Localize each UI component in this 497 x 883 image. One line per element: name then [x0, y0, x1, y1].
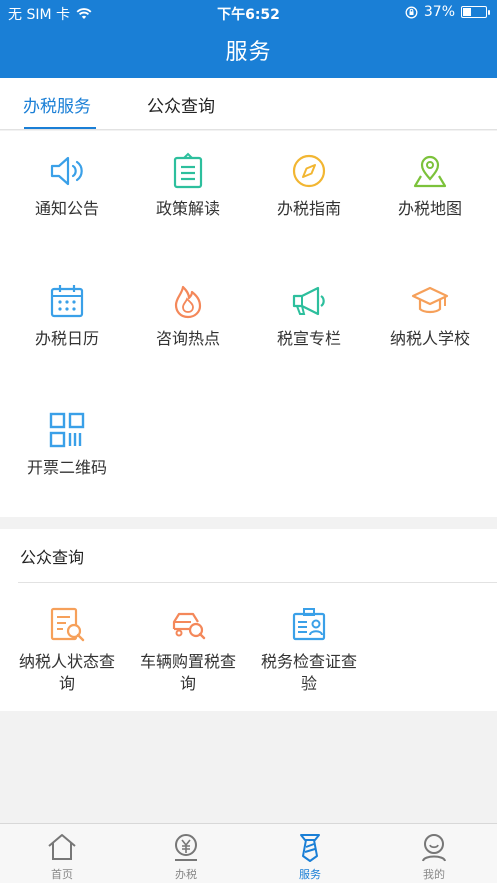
service-label: 开票二维码 [26, 458, 107, 477]
service-school[interactable]: 纳税人学校 [368, 282, 492, 350]
document-icon [173, 152, 203, 189]
graduation-cap-icon [411, 286, 449, 314]
segment-tabs: 办税服务 公众查询 [0, 78, 497, 130]
bottom-tab-bar: 首页 办税 服务 我的 [0, 823, 497, 883]
service-map[interactable]: 办税地图 [368, 152, 492, 220]
service-policy[interactable]: 政策解读 [126, 152, 250, 220]
query-vehicle-tax[interactable]: 车辆购置税查询 [126, 605, 250, 695]
tabbar-label: 办税 [175, 868, 197, 881]
query-label: 车辆购置税查询 [139, 652, 236, 693]
tabbar-tax[interactable]: 办税 [124, 824, 248, 883]
id-card-icon [292, 608, 326, 641]
service-qr-code[interactable]: 开票二维码 [5, 411, 129, 479]
status-right: 37% [405, 4, 490, 20]
yen-coin-icon [175, 834, 197, 861]
document-search-icon [50, 607, 85, 642]
car-search-icon [172, 612, 206, 640]
tabbar-service[interactable]: 服务 [248, 824, 372, 883]
query-label: 税务检查证查验 [260, 652, 357, 693]
compass-icon [292, 154, 326, 188]
battery-percent: 37% [423, 4, 455, 20]
tabbar-home[interactable]: 首页 [0, 824, 124, 883]
tab-tax-service[interactable]: 办税服务 [23, 92, 91, 117]
divider [18, 582, 497, 583]
query-inspection-cert[interactable]: 税务检查证查验 [247, 605, 371, 695]
top-bar: 无 SIM 卡 下午6:52 37% 服务 [0, 0, 497, 78]
home-icon [48, 834, 76, 860]
query-taxpayer-status[interactable]: 纳税人状态查询 [5, 605, 129, 695]
service-tie-icon [300, 834, 320, 862]
tabbar-label: 首页 [51, 868, 73, 881]
service-label: 通知公告 [34, 199, 99, 218]
tabbar-label: 服务 [299, 868, 321, 881]
battery-fill [463, 8, 471, 16]
speaker-icon [50, 156, 83, 186]
status-bar: 无 SIM 卡 下午6:52 37% [0, 0, 497, 26]
service-calendar[interactable]: 办税日历 [5, 282, 129, 350]
orientation-lock-icon [405, 6, 418, 18]
calendar-icon [50, 285, 84, 318]
tabbar-label: 我的 [423, 868, 445, 881]
map-pin-icon [413, 155, 447, 188]
service-label: 办税日历 [34, 329, 99, 348]
service-label: 办税地图 [397, 199, 462, 218]
service-column[interactable]: 税宣专栏 [247, 282, 371, 350]
service-label: 税宣专栏 [276, 329, 341, 348]
tab-indicator [24, 127, 96, 129]
service-guide[interactable]: 办税指南 [247, 152, 371, 220]
user-icon [422, 834, 446, 862]
service-label: 纳税人学校 [389, 329, 470, 348]
qr-code-icon [49, 412, 85, 448]
flame-icon [174, 285, 202, 319]
service-label: 咨询热点 [155, 329, 220, 348]
public-query-section: 公众查询 纳税人状态查询 车辆购置税查询 税务检查证查 验 [0, 529, 497, 711]
service-label: 办税指南 [276, 199, 341, 218]
section-title: 公众查询 [20, 548, 85, 567]
service-notice[interactable]: 通知公告 [5, 152, 129, 220]
tabbar-mine[interactable]: 我的 [372, 824, 496, 883]
service-grid: 通知公告 政策解读 办税指南 办税地图 办税日历 咨询热点 税宣专栏 纳税人学校… [0, 131, 497, 517]
megaphone-icon [292, 286, 325, 316]
service-label: 政策解读 [155, 199, 220, 218]
page-title: 服务 [225, 40, 272, 65]
query-label: 纳税人状态查询 [18, 652, 115, 693]
service-hotspot[interactable]: 咨询热点 [126, 282, 250, 350]
battery-icon [461, 6, 490, 18]
tab-public-query[interactable]: 公众查询 [147, 92, 215, 117]
